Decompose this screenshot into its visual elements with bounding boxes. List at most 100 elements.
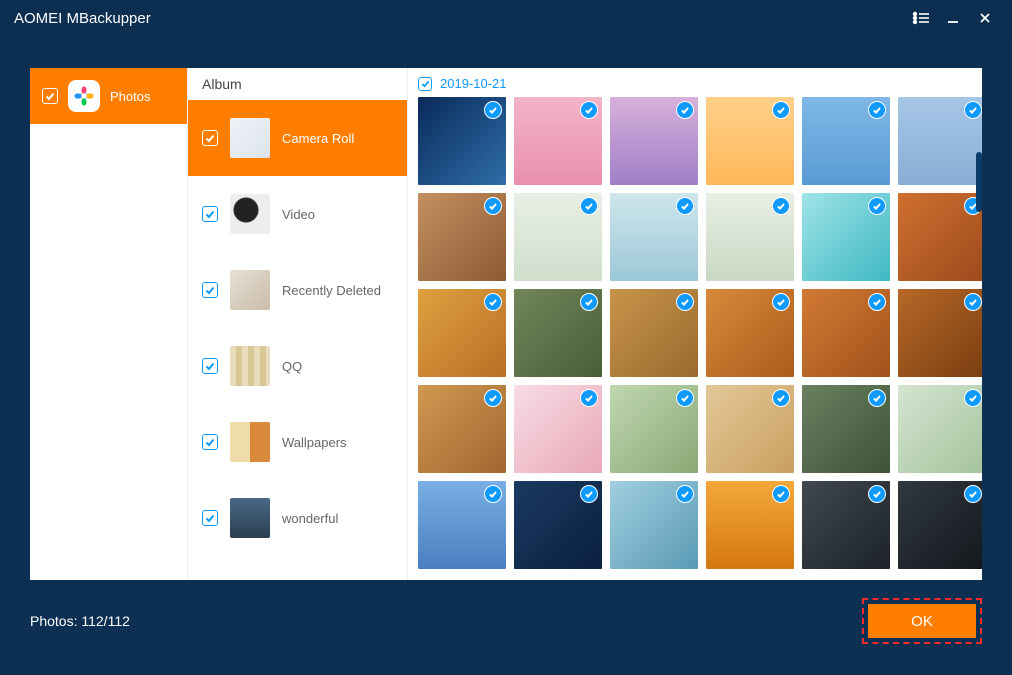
check-icon (772, 485, 790, 503)
footer: Photos: 112/112 OK (30, 591, 982, 651)
photo-thumbnail[interactable] (514, 481, 602, 569)
photo-thumbnail[interactable] (418, 481, 506, 569)
photo-thumbnail[interactable] (898, 481, 982, 569)
photo-thumbnail[interactable] (706, 193, 794, 281)
photo-thumbnail[interactable] (898, 97, 982, 185)
check-icon (772, 197, 790, 215)
album-checkbox[interactable] (202, 510, 218, 526)
check-icon (484, 389, 502, 407)
ok-button-highlight: OK (862, 598, 982, 644)
album-thumbnail (230, 422, 270, 462)
album-label: Video (282, 207, 315, 222)
check-icon (580, 101, 598, 119)
list-view-icon[interactable] (908, 5, 934, 31)
album-label: wonderful (282, 511, 338, 526)
album-column: Album Camera Roll Video Recently Deleted QQ… (188, 68, 408, 580)
photo-grid (418, 97, 974, 569)
photo-thumbnail[interactable] (610, 481, 698, 569)
album-header: Album (188, 68, 407, 100)
album-item[interactable]: Wallpapers (188, 404, 407, 480)
date-group-header[interactable]: 2019-10-21 (418, 76, 974, 91)
check-icon (580, 485, 598, 503)
check-icon (772, 293, 790, 311)
album-label: Camera Roll (282, 131, 354, 146)
photo-thumbnail[interactable] (802, 193, 890, 281)
photo-thumbnail[interactable] (706, 385, 794, 473)
photo-thumbnail[interactable] (802, 97, 890, 185)
album-checkbox[interactable] (202, 130, 218, 146)
check-icon (676, 197, 694, 215)
check-icon (964, 485, 982, 503)
photo-thumbnail[interactable] (514, 97, 602, 185)
check-icon (484, 293, 502, 311)
rail-item-photos[interactable]: Photos (30, 68, 187, 124)
date-group-label: 2019-10-21 (440, 76, 507, 91)
photo-thumbnail[interactable] (514, 385, 602, 473)
minimize-button[interactable] (940, 5, 966, 31)
photo-thumbnail[interactable] (610, 385, 698, 473)
photo-thumbnail[interactable] (418, 193, 506, 281)
photo-thumbnail[interactable] (802, 385, 890, 473)
title-bar: AOMEI MBackupper (0, 0, 1012, 36)
album-item[interactable]: Video (188, 176, 407, 252)
check-icon (676, 485, 694, 503)
photo-thumbnail[interactable] (706, 481, 794, 569)
album-checkbox[interactable] (202, 434, 218, 450)
album-thumbnail (230, 118, 270, 158)
check-icon (676, 101, 694, 119)
photos-app-icon (68, 80, 100, 112)
photo-thumbnail[interactable] (610, 289, 698, 377)
check-icon (484, 101, 502, 119)
close-button[interactable] (972, 5, 998, 31)
album-checkbox[interactable] (202, 358, 218, 374)
photo-thumbnail[interactable] (706, 289, 794, 377)
check-icon (580, 389, 598, 407)
album-item[interactable]: Recently Deleted (188, 252, 407, 328)
check-icon (964, 101, 982, 119)
scrollbar-thumb[interactable] (976, 152, 982, 212)
album-item[interactable]: Camera Roll (188, 100, 407, 176)
rail-item-label: Photos (110, 89, 150, 104)
photo-thumbnail[interactable] (610, 97, 698, 185)
check-icon (484, 197, 502, 215)
check-icon (868, 485, 886, 503)
date-group-checkbox[interactable] (418, 77, 432, 91)
album-thumbnail (230, 498, 270, 538)
photo-thumbnail[interactable] (898, 289, 982, 377)
photo-thumbnail[interactable] (898, 193, 982, 281)
photo-thumbnail[interactable] (802, 289, 890, 377)
album-checkbox[interactable] (202, 206, 218, 222)
check-icon (868, 293, 886, 311)
photo-thumbnail[interactable] (418, 97, 506, 185)
check-icon (676, 293, 694, 311)
photo-thumbnail[interactable] (706, 97, 794, 185)
ok-button[interactable]: OK (868, 604, 976, 638)
check-icon (580, 197, 598, 215)
check-icon (868, 101, 886, 119)
photo-thumbnail[interactable] (610, 193, 698, 281)
photo-thumbnail[interactable] (898, 385, 982, 473)
album-thumbnail (230, 194, 270, 234)
left-rail: Photos (30, 68, 188, 580)
album-item[interactable]: wonderful (188, 480, 407, 556)
photo-thumbnail[interactable] (802, 481, 890, 569)
photo-thumbnail[interactable] (514, 193, 602, 281)
check-icon (580, 293, 598, 311)
check-icon (868, 389, 886, 407)
album-thumbnail (230, 346, 270, 386)
photo-thumbnail[interactable] (418, 289, 506, 377)
check-icon (772, 389, 790, 407)
album-label: Wallpapers (282, 435, 347, 450)
album-checkbox[interactable] (202, 282, 218, 298)
album-label: Recently Deleted (282, 283, 381, 298)
workspace: Photos Album Camera Roll Video Recently De… (30, 68, 982, 580)
album-item[interactable]: QQ (188, 328, 407, 404)
photo-thumbnail[interactable] (514, 289, 602, 377)
album-thumbnail (230, 270, 270, 310)
photo-grid-area: 2019-10-21 (408, 68, 982, 580)
rail-checkbox[interactable] (42, 88, 58, 104)
album-label: QQ (282, 359, 302, 374)
check-icon (676, 389, 694, 407)
photo-thumbnail[interactable] (418, 385, 506, 473)
app-title: AOMEI MBackupper (14, 10, 151, 27)
